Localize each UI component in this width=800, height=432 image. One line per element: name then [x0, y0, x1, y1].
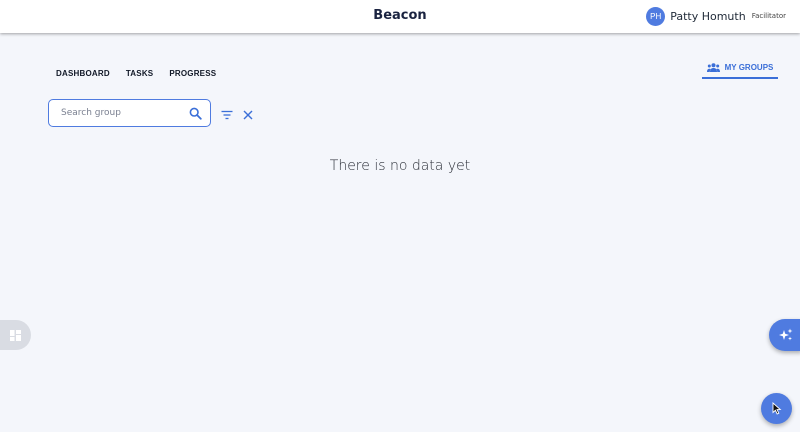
top-bar: Beacon PH Patty Homuth Facilitator — [0, 0, 800, 33]
search-input[interactable] — [61, 108, 179, 118]
user-role: Facilitator — [751, 12, 786, 20]
avatar[interactable]: PH — [646, 6, 666, 26]
filter-icon — [221, 110, 233, 120]
user-name: Patty Homuth — [670, 9, 746, 23]
nav-tasks[interactable]: TASKS — [126, 69, 154, 78]
clear-search-button[interactable] — [243, 107, 253, 125]
groups-icon — [706, 62, 720, 72]
main-nav: DASHBOARD TASKS PROGRESS — [56, 69, 232, 78]
search-button[interactable] — [189, 107, 202, 125]
my-groups-label: MY GROUPS — [724, 62, 774, 72]
search-icon — [189, 107, 202, 120]
sparkle-icon — [778, 328, 792, 341]
tab-my-groups[interactable]: MY GROUPS — [702, 57, 778, 79]
filter-button[interactable] — [221, 107, 233, 125]
user-profile[interactable]: PH Patty Homuth Facilitator — [646, 6, 786, 26]
ai-assistant-tab[interactable] — [769, 319, 800, 351]
grid-icon — [10, 329, 21, 341]
nav-dashboard[interactable]: DASHBOARD — [56, 69, 110, 78]
empty-state-message: There is no data yet — [329, 158, 471, 174]
close-icon — [243, 110, 253, 120]
search-field[interactable] — [48, 99, 211, 127]
cursor-icon — [772, 402, 781, 415]
nav-progress[interactable]: PROGRESS — [169, 69, 216, 78]
floating-action-button[interactable] — [761, 393, 792, 424]
widgets-drawer-tab[interactable] — [0, 320, 31, 350]
